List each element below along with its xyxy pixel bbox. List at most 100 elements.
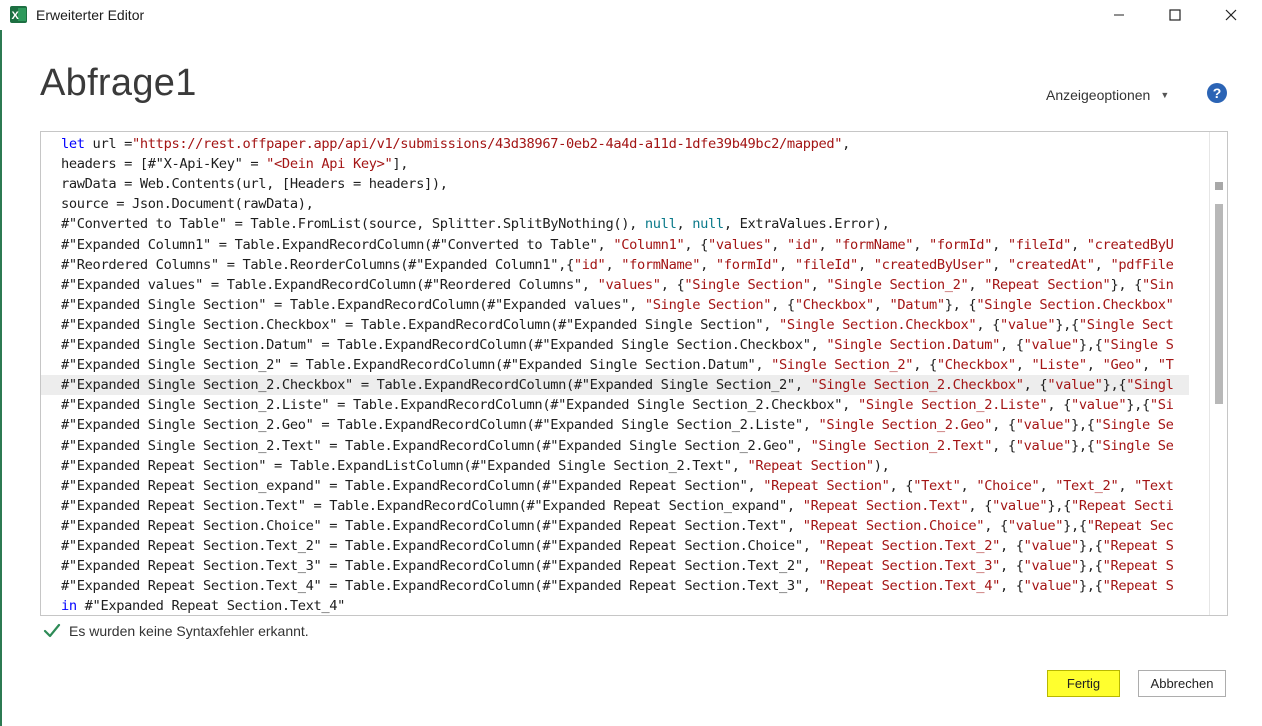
- code-token: #"Reordered Columns" = Table.ReorderColu…: [61, 256, 574, 273]
- code-line[interactable]: rawData = Web.Contents(url, [Headers = h…: [61, 174, 448, 194]
- help-icon[interactable]: ?: [1207, 83, 1227, 103]
- code-token: "Repeat Section": [984, 276, 1111, 293]
- code-line[interactable]: #"Expanded Repeat Section_expand" = Tabl…: [61, 476, 1174, 496]
- code-lines[interactable]: let url ="https://rest.offpaper.app/api/…: [41, 132, 1209, 615]
- code-line[interactable]: #"Expanded Repeat Section" = Table.Expan…: [61, 456, 890, 476]
- code-line[interactable]: #"Expanded values" = Table.ExpandRecordC…: [61, 275, 1174, 295]
- display-options-dropdown[interactable]: Anzeigeoptionen ▼: [1046, 87, 1169, 103]
- code-token: #"Expanded Repeat Section_expand" = Tabl…: [61, 477, 764, 494]
- code-token: , {: [992, 417, 1016, 434]
- code-token: #"Expanded Repeat Section.Text_4": [76, 598, 346, 615]
- code-token: , {: [984, 517, 1008, 534]
- code-line[interactable]: #"Expanded Single Section" = Table.Expan…: [61, 295, 1174, 315]
- code-line[interactable]: #"Expanded Repeat Section.Text" = Table.…: [61, 496, 1174, 516]
- code-token: ,: [1142, 357, 1158, 374]
- code-token: , {: [771, 296, 795, 313]
- code-line[interactable]: #"Expanded Single Section_2" = Table.Exp…: [61, 355, 1174, 375]
- code-line[interactable]: source = Json.Document(rawData),: [61, 194, 314, 214]
- code-editor[interactable]: let url ="https://rest.offpaper.app/api/…: [40, 131, 1228, 616]
- window-edge: [0, 0, 2, 726]
- code-token: #"Expanded Repeat Section.Text" = Table.…: [61, 497, 803, 514]
- code-token: ,: [873, 296, 890, 313]
- code-token: "Repeat Section": [763, 477, 890, 494]
- code-line[interactable]: let url ="https://rest.offpaper.app/api/…: [61, 134, 850, 154]
- close-button[interactable]: [1208, 0, 1254, 30]
- code-line[interactable]: #"Expanded Single Section_2.Text" = Tabl…: [61, 436, 1174, 456]
- code-token: "Single Section.Checkbox": [779, 316, 977, 333]
- close-icon: [1225, 9, 1237, 21]
- code-token: , {: [999, 337, 1024, 353]
- code-token: "Single Section_2": [826, 276, 969, 293]
- code-token: #"Expanded Repeat Section.Text_2" = Tabl…: [61, 538, 819, 554]
- code-line[interactable]: #"Expanded Single Section_2.Checkbox" = …: [41, 375, 1189, 396]
- code-token: "Single Section_2.Text": [810, 437, 993, 454]
- code-token: "id": [786, 236, 819, 253]
- code-line[interactable]: #"Expanded Repeat Section.Text_2" = Tabl…: [61, 536, 1174, 556]
- code-token: "formName": [621, 256, 701, 273]
- syntax-status-text: Es wurden keine Syntaxfehler erkannt.: [69, 623, 309, 639]
- code-line[interactable]: headers = [#"X-Api-Key" = "<Dein Api Key…: [61, 154, 409, 174]
- maximize-button[interactable]: [1152, 0, 1198, 30]
- code-token: "value": [1023, 538, 1080, 554]
- code-token: },{: [1126, 397, 1150, 414]
- code-token: "fileId": [794, 256, 858, 273]
- code-token: },{: [1071, 417, 1095, 434]
- code-token: ,: [810, 276, 827, 293]
- code-token: , ExtraValues.Error),: [723, 216, 890, 233]
- maximize-icon: [1169, 9, 1181, 21]
- code-token: #"Expanded Single Section.Checkbox" = Ta…: [61, 316, 780, 333]
- code-token: ,: [1039, 477, 1056, 494]
- code-token: #"Expanded Repeat Section" = Table.Expan…: [61, 457, 748, 474]
- code-token: , {: [1047, 397, 1071, 414]
- code-token: "Single Section_2.Checkbox": [810, 377, 1024, 394]
- code-token: "value": [1023, 578, 1080, 595]
- title-bar[interactable]: X Erweiterter Editor: [0, 0, 1262, 30]
- code-token: "Datum": [889, 296, 946, 313]
- code-token: #"Expanded Single Section_2" = Table.Exp…: [61, 357, 772, 374]
- code-token: "Repeat Secti: [1071, 497, 1174, 514]
- code-token: "Repeat S: [1102, 558, 1174, 575]
- code-line[interactable]: #"Expanded Repeat Section.Text_3" = Tabl…: [61, 556, 1174, 576]
- code-token: "Repeat S: [1102, 578, 1174, 595]
- cancel-button[interactable]: Abbrechen: [1138, 670, 1226, 697]
- done-button[interactable]: Fertig: [1047, 670, 1120, 697]
- code-token: #"Expanded Column1" = Table.ExpandRecord…: [61, 236, 614, 253]
- code-token: "Singl: [1126, 377, 1174, 394]
- code-line[interactable]: #"Reordered Columns" = Table.ReorderColu…: [61, 255, 1174, 275]
- code-line[interactable]: #"Expanded Single Section_2.Geo" = Table…: [61, 415, 1174, 435]
- code-token: ,: [842, 136, 851, 152]
- code-token: , {: [999, 558, 1024, 575]
- code-line[interactable]: #"Expanded Repeat Section.Text_4" = Tabl…: [61, 576, 1174, 596]
- checkmark-icon: [43, 623, 61, 638]
- code-line[interactable]: #"Expanded Single Section.Checkbox" = Ta…: [61, 315, 1174, 335]
- code-token: "Column1": [613, 236, 685, 253]
- code-line[interactable]: #"Expanded Column1" = Table.ExpandRecord…: [61, 235, 1174, 255]
- code-token: }, {: [1110, 276, 1143, 293]
- code-token: ),: [873, 457, 890, 474]
- code-token: ,: [992, 236, 1008, 253]
- scrollbar-thumb[interactable]: [1215, 204, 1223, 404]
- code-token: #"Expanded Single Section_2.Text" = Tabl…: [61, 437, 811, 454]
- minimize-button[interactable]: [1096, 0, 1142, 30]
- vertical-scrollbar[interactable]: [1209, 132, 1227, 615]
- code-token: "createdAt": [1007, 256, 1095, 273]
- code-token: },{: [1071, 437, 1095, 454]
- code-token: ,: [1086, 357, 1103, 374]
- code-token: "value": [992, 497, 1048, 514]
- code-line[interactable]: #"Expanded Repeat Section.Choice" = Tabl…: [61, 516, 1174, 536]
- code-token: ,: [960, 477, 977, 494]
- code-line[interactable]: #"Converted to Table" = Table.FromList(s…: [61, 214, 890, 234]
- code-token: ,: [913, 236, 929, 253]
- code-token: "pdfFile: [1110, 256, 1174, 273]
- code-token: ,: [771, 236, 787, 253]
- code-token: #"Expanded Single Section_2.Liste" = Tab…: [61, 397, 858, 414]
- code-token: ,: [1015, 357, 1032, 374]
- code-line[interactable]: #"Expanded Single Section_2.Liste" = Tab…: [61, 395, 1174, 415]
- code-token: "Single Section": [684, 276, 811, 293]
- code-line[interactable]: #"Expanded Single Section.Datum" = Table…: [61, 335, 1174, 355]
- code-token: ,: [1094, 256, 1111, 273]
- minimize-icon: [1114, 14, 1124, 16]
- code-token: "fileId": [1007, 236, 1071, 253]
- excel-icon: X: [10, 6, 27, 23]
- code-line[interactable]: in #"Expanded Repeat Section.Text_4": [61, 596, 345, 615]
